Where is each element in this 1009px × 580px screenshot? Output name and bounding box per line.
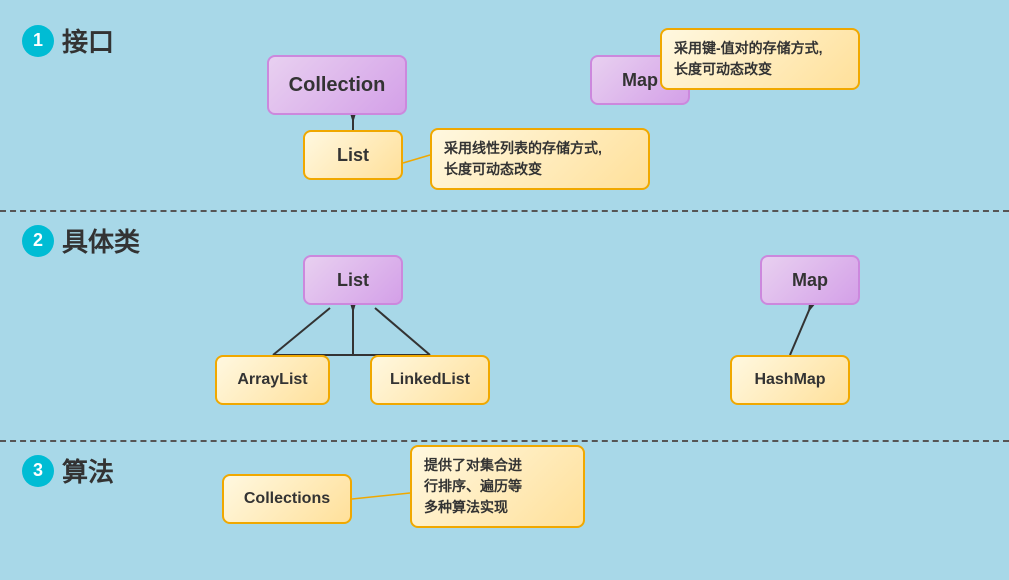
section2-label: 2 具体类 bbox=[22, 222, 140, 259]
linkedlist-box: LinkedList bbox=[370, 355, 490, 405]
circle-1: 1 bbox=[22, 25, 54, 57]
callout-map-text: 采用键-值对的存储方式, 长度可动态改变 bbox=[674, 40, 823, 77]
section1-label: 1 接口 bbox=[22, 22, 114, 59]
hashmap-box: HashMap bbox=[730, 355, 850, 405]
section1-text: 接口 bbox=[62, 22, 114, 59]
callout-list: 采用线性列表的存储方式, 长度可动态改变 bbox=[430, 128, 650, 190]
divider-1 bbox=[0, 210, 1009, 212]
section3-text: 算法 bbox=[62, 452, 114, 489]
callout-collections-text: 提供了对集合进 行排序、遍历等 多种算法实现 bbox=[424, 457, 522, 515]
collections-box: Collections bbox=[222, 474, 352, 524]
circle-2: 2 bbox=[22, 225, 54, 257]
list-box1: List bbox=[303, 130, 403, 180]
arraylist-box: ArrayList bbox=[215, 355, 330, 405]
section3-label: 3 算法 bbox=[22, 452, 114, 489]
callout-list-text: 采用线性列表的存储方式, 长度可动态改变 bbox=[444, 140, 602, 177]
circle-3: 3 bbox=[22, 455, 54, 487]
list-box2: List bbox=[303, 255, 403, 305]
callout-collections: 提供了对集合进 行排序、遍历等 多种算法实现 bbox=[410, 445, 585, 528]
section2-text: 具体类 bbox=[62, 222, 140, 259]
callout-map: 采用键-值对的存储方式, 长度可动态改变 bbox=[660, 28, 860, 90]
divider-2 bbox=[0, 440, 1009, 442]
collection-box: Collection bbox=[267, 55, 407, 115]
map-box2: Map bbox=[760, 255, 860, 305]
